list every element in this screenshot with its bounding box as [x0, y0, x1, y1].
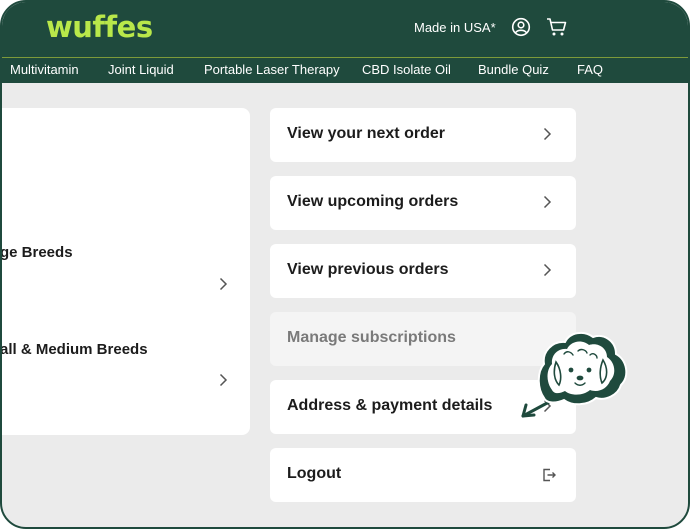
- chevron-right-icon: [543, 195, 552, 209]
- product-nav: Multivitamin Joint Liquid Portable Laser…: [2, 57, 688, 83]
- menu-item-label: View previous orders: [287, 261, 449, 278]
- view-previous-orders-button[interactable]: View previous orders: [270, 244, 576, 298]
- breed-option-small-medium-label[interactable]: all & Medium Breeds: [2, 341, 148, 358]
- menu-item-label: View upcoming orders: [287, 193, 459, 210]
- nav-item-joint-liquid[interactable]: Joint Liquid: [108, 62, 174, 77]
- nav-item-bundle-quiz[interactable]: Bundle Quiz: [478, 62, 549, 77]
- nav-item-faq[interactable]: FAQ: [577, 62, 603, 77]
- chevron-right-icon[interactable]: [218, 277, 228, 291]
- dog-mascot-pointer-icon: [521, 331, 628, 418]
- view-upcoming-orders-button[interactable]: View upcoming orders: [270, 176, 576, 230]
- nav-item-laser-therapy[interactable]: Portable Laser Therapy: [204, 62, 340, 77]
- chevron-right-icon: [543, 263, 552, 277]
- menu-item-label: Logout: [287, 465, 342, 482]
- user-circle-icon[interactable]: [511, 17, 531, 37]
- view-next-order-button[interactable]: View your next order: [270, 108, 576, 162]
- breed-selection-card: ge Breeds all & Medium Breeds: [2, 108, 250, 435]
- cart-icon[interactable]: [546, 17, 568, 37]
- menu-item-label: Address & payment details: [287, 397, 493, 414]
- menu-item-label: View your next order: [287, 125, 445, 142]
- nav-item-cbd-oil[interactable]: CBD Isolate Oil: [362, 62, 451, 77]
- logout-icon: [543, 468, 556, 482]
- brand-logo[interactable]: wuffes: [46, 10, 153, 44]
- site-header: wuffes Made in USA*: [2, 2, 688, 57]
- breed-option-large-label[interactable]: ge Breeds: [2, 244, 73, 261]
- made-in-usa-label: Made in USA*: [414, 20, 496, 35]
- nav-item-multivitamin[interactable]: Multivitamin: [10, 62, 79, 77]
- chevron-right-icon: [543, 127, 552, 141]
- menu-item-label: Manage subscriptions: [287, 329, 456, 346]
- app-frame: wuffes Made in USA* Multivitamin Joint L…: [0, 0, 690, 529]
- chevron-right-icon[interactable]: [218, 373, 228, 387]
- logout-button[interactable]: Logout: [270, 448, 576, 502]
